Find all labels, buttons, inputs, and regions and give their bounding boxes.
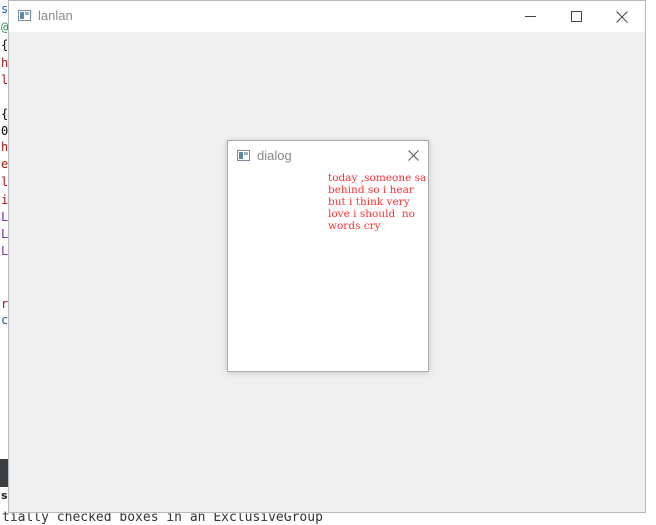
dialog-close-button[interactable] [404, 146, 422, 164]
app-window-icon [237, 150, 250, 161]
dialog-window: dialog today ,someone sa behind so i hea… [227, 140, 429, 372]
dialog-text-line: but i think very [328, 196, 410, 208]
dialog-text-line: today ,someone sa [328, 172, 427, 184]
dialog-text-line: love i should no [328, 208, 415, 220]
main-window-titlebar[interactable]: lanlan [9, 1, 645, 32]
background-panel-bar [0, 459, 8, 487]
dialog-text-line: words cry [328, 220, 381, 232]
close-button[interactable] [599, 1, 645, 32]
dialog-text: today ,someone sa behind so i hear but i… [328, 172, 428, 232]
background-editor: s @{h l{0 h e l i L L Lr c [0, 0, 8, 519]
dialog-title: dialog [257, 148, 292, 163]
close-icon [407, 149, 419, 161]
main-window-title: lanlan [38, 8, 73, 23]
minimize-button[interactable] [507, 1, 553, 32]
minimize-icon [524, 16, 536, 17]
close-icon [616, 10, 628, 23]
maximize-icon [570, 11, 582, 22]
background-strip-char: s [1, 489, 8, 502]
dialog-content: dialog today ,someone sa behind so i hea… [228, 141, 428, 371]
dialog-text-line: behind so i hear [328, 184, 414, 196]
maximize-button[interactable] [553, 1, 599, 32]
app-window-icon [18, 10, 31, 21]
